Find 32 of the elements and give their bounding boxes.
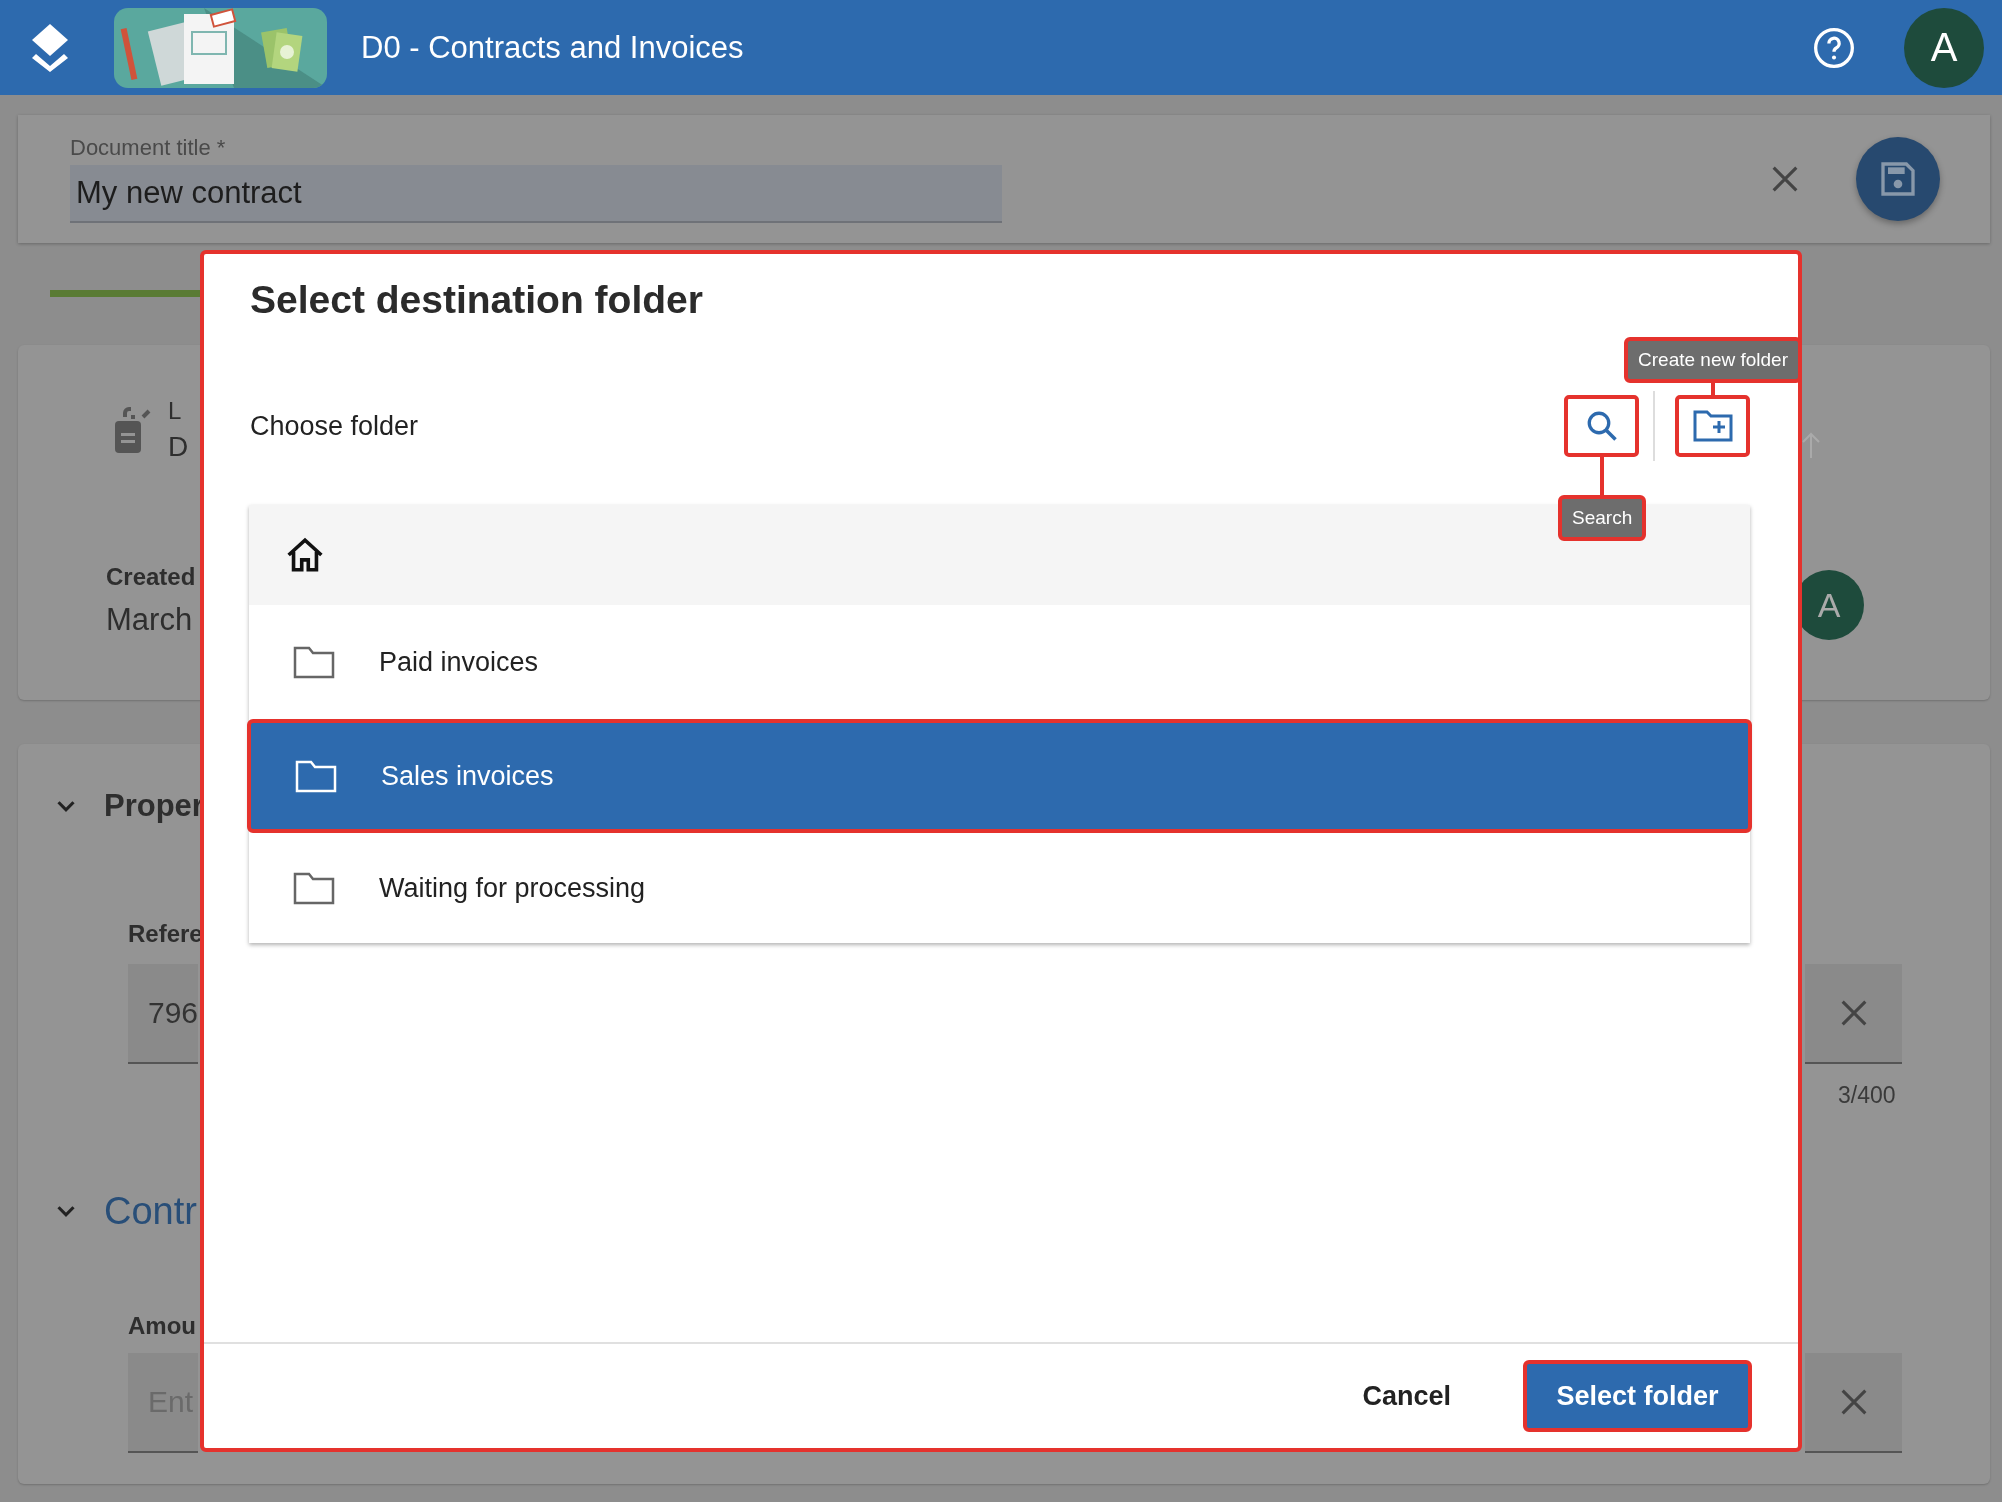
- save-icon: [1878, 159, 1918, 199]
- section-heading: Contr: [104, 1190, 197, 1233]
- cancel-button[interactable]: Cancel: [1348, 1370, 1465, 1422]
- created-label: Created: [106, 563, 196, 591]
- folder-item[interactable]: Waiting for processing: [249, 833, 1750, 943]
- field-label: Refere: [128, 920, 203, 948]
- title-field[interactable]: My new contract: [70, 165, 1002, 223]
- folder-icon: [293, 871, 335, 905]
- character-counter: 3/400: [1838, 1082, 1896, 1109]
- created-value: March: [106, 602, 193, 638]
- folder-item[interactable]: Sales invoices: [247, 719, 1752, 833]
- folder-plus-icon: [1692, 410, 1733, 442]
- field-label: Amou: [128, 1312, 196, 1340]
- folder-item[interactable]: Paid invoices: [249, 605, 1750, 719]
- document-name: D: [168, 431, 189, 463]
- field-label: Document title *: [70, 135, 227, 161]
- select-folder-button[interactable]: Select folder: [1523, 1360, 1752, 1432]
- save-button[interactable]: [1856, 137, 1940, 221]
- dialog-title: Select destination folder: [250, 277, 704, 323]
- user-avatar[interactable]: A: [1904, 7, 1984, 88]
- help-icon[interactable]: [1812, 25, 1856, 70]
- folder-icon: [295, 759, 337, 793]
- home-icon[interactable]: [285, 537, 325, 573]
- document-type: L: [168, 397, 182, 425]
- app-title: D0 - Contracts and Invoices: [361, 29, 745, 66]
- folder-icon: [293, 645, 335, 679]
- section-heading: Proper: [104, 788, 204, 824]
- new-folder-button[interactable]: [1675, 395, 1750, 457]
- search-button[interactable]: [1564, 395, 1639, 457]
- dialog-subtitle: Choose folder: [250, 410, 420, 442]
- search-tooltip: Search: [1558, 495, 1647, 541]
- reference-field[interactable]: 796: [128, 964, 198, 1064]
